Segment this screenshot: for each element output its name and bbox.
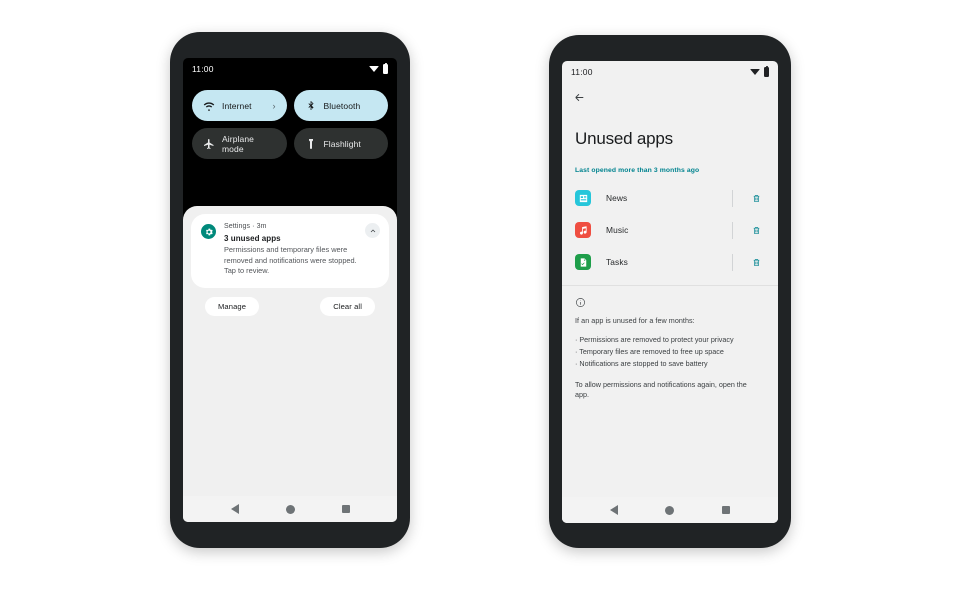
info-footer-text: To allow permissions and notifications a… <box>575 379 747 400</box>
info-bullet: · Notifications are stopped to save batt… <box>575 358 708 368</box>
wifi-icon <box>750 68 760 76</box>
unused-apps-list: News Music Tasks <box>562 182 778 278</box>
unused-apps-page: Unused apps Last opened more than 3 mont… <box>562 83 778 523</box>
status-bar-time: 11:00 <box>571 67 593 77</box>
battery-icon <box>764 65 769 77</box>
notification-header: Settings · 3m 3 unused apps Permissions … <box>201 223 379 277</box>
list-item-label: Music <box>606 225 629 235</box>
tile-flashlight-label: Flashlight <box>323 138 361 149</box>
flashlight-icon <box>305 138 317 150</box>
info-lead-text: If an app is unused for a few months: <box>575 316 695 325</box>
battery-icon <box>383 62 388 74</box>
list-item-label: Tasks <box>606 257 628 267</box>
section-label: Last opened more than 3 months ago <box>575 167 700 174</box>
quick-settings-panel: Internet › Bluetooth Airplane mode Flash… <box>183 80 397 159</box>
tile-internet[interactable]: Internet › <box>192 90 287 121</box>
quick-settings-row-1: Internet › Bluetooth <box>192 90 388 121</box>
home-icon[interactable] <box>285 504 295 514</box>
info-bullet: · Temporary files are removed to free up… <box>575 346 724 356</box>
settings-gear-icon <box>201 224 216 239</box>
back-icon[interactable] <box>230 504 239 514</box>
screen-right: 11:00 Unused apps Last opened more than … <box>562 61 778 523</box>
nav-bar-right <box>562 497 778 523</box>
list-item[interactable]: Music <box>562 214 778 246</box>
news-icon <box>575 190 591 206</box>
trash-icon[interactable] <box>750 224 763 237</box>
status-bar-icons <box>750 65 769 77</box>
clear-all-button[interactable]: Clear all <box>320 297 375 317</box>
tile-bluetooth[interactable]: Bluetooth <box>293 90 388 121</box>
bluetooth-icon <box>305 100 317 112</box>
trash-icon[interactable] <box>750 192 763 205</box>
status-bar-icons <box>369 62 388 74</box>
music-note-icon <box>575 222 591 238</box>
airplane-icon <box>203 138 215 150</box>
tile-internet-label: Internet <box>222 100 252 111</box>
tile-airplane-mode[interactable]: Airplane mode <box>192 128 287 159</box>
page-title: Unused apps <box>575 129 673 148</box>
info-bullet-list: · Permissions are removed to protect you… <box>575 334 765 370</box>
notification-card[interactable]: Settings · 3m 3 unused apps Permissions … <box>191 214 389 289</box>
notification-source: Settings · 3m <box>224 223 267 230</box>
back-arrow-icon[interactable] <box>562 83 778 109</box>
screen-left: 11:00 Internet › Bluetooth Airplane mode… <box>183 58 397 522</box>
notification-actions: Manage Clear all <box>191 288 389 317</box>
recents-icon[interactable] <box>341 505 350 513</box>
divider <box>732 189 733 207</box>
phone-right: 11:00 Unused apps Last opened more than … <box>549 35 791 548</box>
status-bar-left: 11:00 <box>183 58 397 80</box>
status-bar-time: 11:00 <box>192 64 214 74</box>
trash-icon[interactable] <box>750 256 763 269</box>
info-section: If an app is unused for a few months: · … <box>562 286 778 401</box>
status-bar-right: 11:00 <box>562 61 778 83</box>
list-item[interactable]: Tasks <box>562 246 778 278</box>
tasks-document-icon <box>575 254 591 270</box>
notification-body: Permissions and temporary files were rem… <box>224 245 357 276</box>
tile-bluetooth-label: Bluetooth <box>323 100 361 111</box>
tile-airplane-mode-label: Airplane mode <box>222 133 254 154</box>
list-item-label: News <box>606 193 628 203</box>
info-bullet: · Permissions are removed to protect you… <box>575 335 734 344</box>
home-icon[interactable] <box>665 505 675 515</box>
divider <box>732 253 733 271</box>
quick-settings-row-2: Airplane mode Flashlight <box>192 128 388 159</box>
back-icon[interactable] <box>609 505 618 515</box>
chevron-up-icon[interactable] <box>365 223 380 238</box>
wifi-icon <box>203 100 215 112</box>
chevron-right-icon[interactable]: › <box>273 101 276 111</box>
info-circle-icon <box>575 295 586 307</box>
notification-text-block: Settings · 3m 3 unused apps Permissions … <box>224 223 361 277</box>
recents-icon[interactable] <box>722 506 731 514</box>
notification-shade: Settings · 3m 3 unused apps Permissions … <box>183 206 397 522</box>
tile-flashlight[interactable]: Flashlight <box>293 128 388 159</box>
phone-left: 11:00 Internet › Bluetooth Airplane mode… <box>170 32 410 548</box>
divider <box>732 221 733 239</box>
notification-title: 3 unused apps <box>224 234 281 243</box>
manage-button[interactable]: Manage <box>205 297 260 317</box>
list-item[interactable]: News <box>562 182 778 214</box>
wifi-icon <box>369 65 379 73</box>
nav-bar-left <box>183 496 397 522</box>
